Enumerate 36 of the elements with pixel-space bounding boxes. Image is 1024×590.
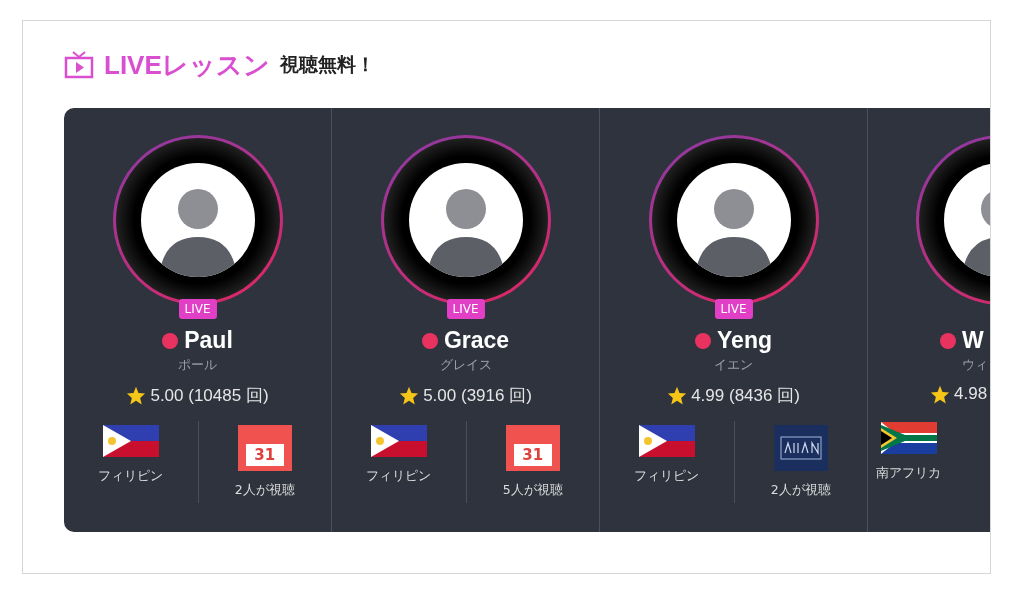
- rating-text: 5.00 (3916 回): [423, 385, 532, 407]
- live-badge: LIVE: [446, 299, 485, 319]
- flag-icon: [638, 425, 695, 457]
- flag-icon: [102, 425, 159, 457]
- calendar-day: 31: [513, 444, 552, 466]
- section-subtitle: 視聴無料！: [279, 52, 375, 77]
- viewer-count: 5人が視聴: [502, 482, 563, 499]
- teacher-name[interactable]: Paul: [184, 327, 233, 354]
- teacher-kana: イエン: [714, 357, 753, 374]
- rating-text: 5.00 (10485 回): [150, 385, 269, 407]
- country-label: フィリピン: [366, 468, 432, 485]
- star-icon: [399, 386, 420, 405]
- star-icon: [930, 384, 950, 404]
- viewer-count: 2人が視聴: [234, 482, 295, 499]
- rating-text: 4.99 (8436 回): [691, 385, 800, 407]
- live-badge: LIVE: [178, 299, 217, 319]
- logo-icon: [773, 425, 828, 471]
- country-label: フィリピン: [98, 468, 164, 485]
- teacher-kana: グレイス: [439, 357, 492, 374]
- star-icon: [667, 386, 688, 405]
- country-label: 南アフリカ: [876, 465, 941, 482]
- flag-icon: [880, 422, 937, 454]
- teacher-name[interactable]: W: [962, 327, 984, 354]
- tv-icon: [64, 51, 94, 79]
- teacher-kana: ウィ: [962, 357, 988, 374]
- viewer-count: 2人が視聴: [770, 482, 831, 499]
- teacher-name[interactable]: Grace: [443, 327, 510, 354]
- rating-text: 4.98: [954, 384, 988, 404]
- teacher-kana: ポール: [178, 357, 217, 374]
- star-icon: [126, 386, 147, 405]
- country-label: フィリピン: [634, 468, 700, 485]
- calendar-day: 31: [245, 444, 284, 466]
- section-title: LIVEレッスン: [104, 48, 270, 82]
- teacher-name[interactable]: Yeng: [717, 327, 772, 354]
- flag-icon: [370, 425, 427, 457]
- live-badge: LIVE: [714, 299, 753, 319]
